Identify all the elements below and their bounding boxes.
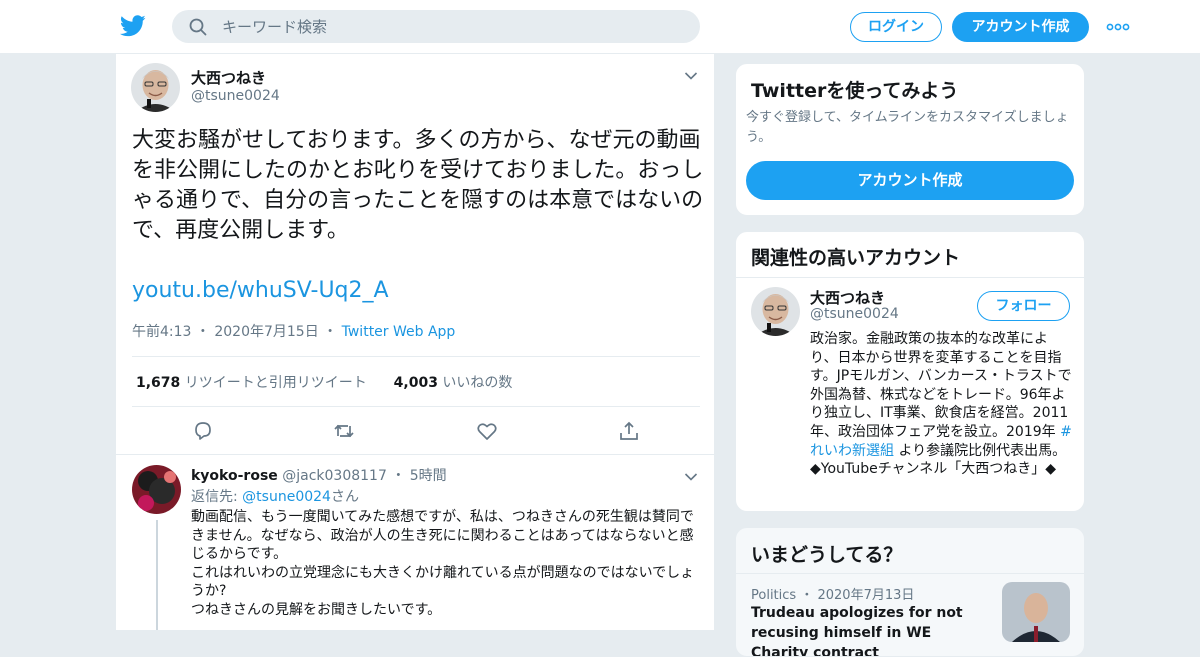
reply-to-mention[interactable]: @tsune0024 (242, 489, 331, 505)
card-title: いまどうしてる？ (751, 544, 903, 566)
reply-text-line: 動画配信、もう一度聞いてみた感想ですが、私は、つねきさんの死生観は賛同できません… (191, 509, 694, 562)
tweet-stats: 1,678 リツイートと引用リツイート 4,003 いいねの数 (136, 372, 512, 392)
reply-text: 動画配信、もう一度聞いてみた感想ですが、私は、つねきさんの死生観は賛同できません… (191, 508, 701, 619)
meta-separator: ・ (391, 468, 406, 484)
share-icon[interactable] (618, 420, 640, 442)
like-count: 4,003 (393, 375, 438, 391)
trend-headline[interactable]: Trudeau apologizes for not recusing hims… (751, 603, 991, 656)
reply-text-line: つねきさんの見解をお聞きしたいです。 (191, 601, 442, 618)
login-button[interactable]: ログイン (850, 12, 942, 42)
divider (736, 573, 1084, 574)
divider (736, 277, 1084, 278)
tweet-source[interactable]: Twitter Web App (342, 324, 456, 340)
related-account-bio: 政治家。金融政策の抜本的な改革により、日本から世界を変革することを目指す。JPモ… (810, 330, 1072, 479)
search-input[interactable] (222, 10, 682, 43)
divider (132, 356, 700, 357)
trends-card: いまどうしてる？ Politics ・ 2020年7月13日 Trudeau a… (735, 527, 1085, 657)
reply-author-handle[interactable]: @jack0308117 (282, 468, 387, 484)
trend-thumbnail[interactable] (1002, 582, 1070, 642)
reply-to-suffix: さん (330, 489, 359, 505)
trend-meta: Politics ・ 2020年7月13日 (751, 584, 914, 603)
avatar[interactable] (131, 63, 180, 112)
tweet-meta: 午前4:13 ・ 2020年7月15日 ・ Twitter Web App (132, 321, 455, 341)
tweet-author-handle[interactable]: @tsune0024 (191, 88, 280, 104)
tweet-link[interactable]: youtu.be/whuSV-Uq2_A (132, 278, 389, 303)
tweet-text: 大変お騒がせしております。多くの方から、なぜ元の動画を非公開にしたのかとお叱りを… (132, 128, 704, 243)
reply-separator (116, 454, 714, 455)
reply-author-name[interactable]: kyoko-rose (191, 468, 278, 484)
trend-category: Politics (751, 588, 797, 603)
thread-line (156, 520, 158, 630)
tweet-author-name[interactable]: 大西つねき (191, 67, 266, 88)
reply-avatar[interactable] (132, 465, 181, 514)
signup-card: Twitterを使ってみよう 今すぐ登録して、タイムラインをカスタマイズしましょ… (735, 63, 1085, 216)
reply-time[interactable]: 5時間 (410, 468, 447, 484)
like-icon[interactable] (476, 420, 498, 442)
meta-separator: ・ (323, 324, 338, 340)
retweet-label: リツイートと引用リツイート (184, 375, 367, 391)
related-account-name[interactable]: 大西つねき (810, 287, 885, 308)
avatar[interactable] (751, 287, 800, 336)
tweet-date[interactable]: 2020年7月15日 (214, 324, 318, 340)
meta-separator: ・ (195, 324, 210, 340)
meta-separator: ・ (800, 588, 814, 603)
main-column: 大西つねき @tsune0024 大変お騒がせしております。多くの方から、なぜ元… (115, 54, 715, 630)
signup-button[interactable]: アカウント作成 (952, 12, 1089, 42)
related-accounts-card: 関連性の高いアカウント 大西つねき @tsune0024 フォロー 政治家。金融… (735, 231, 1085, 512)
search-box[interactable] (172, 10, 700, 43)
reply-to-prefix: 返信先: (191, 489, 243, 505)
like-stat[interactable]: 4,003 いいねの数 (394, 375, 513, 391)
signup-card-button[interactable]: アカウント作成 (746, 161, 1074, 200)
twitter-bird-icon[interactable] (120, 14, 146, 38)
retweet-stat[interactable]: 1,678 リツイートと引用リツイート (136, 375, 367, 391)
reply-to: 返信先: @tsune0024さん (191, 486, 359, 506)
reply-icon[interactable] (192, 420, 214, 442)
reply-header: kyoko-rose @jack0308117 ・ 5時間 (191, 465, 447, 485)
related-account-handle[interactable]: @tsune0024 (810, 306, 899, 322)
tweet-time[interactable]: 午前4:13 (132, 324, 191, 340)
divider (132, 406, 700, 407)
card-title: 関連性の高いアカウント (751, 247, 961, 269)
more-icon[interactable] (1106, 18, 1130, 36)
bio-text: 政治家。金融政策の抜本的な改革により、日本から世界を変革することを目指す。JPモ… (810, 331, 1072, 440)
search-icon (189, 18, 207, 36)
card-title: Twitterを使ってみよう (751, 80, 959, 102)
top-bar: ログイン アカウント作成 (0, 0, 1200, 54)
reply-text-line: これはれいわの立党理念にも大きくかけ離れている点が問題なのではないでしょうか? (191, 564, 695, 600)
trend-date: 2020年7月13日 (817, 588, 915, 603)
chevron-down-icon[interactable] (684, 472, 698, 482)
retweet-icon[interactable] (333, 420, 355, 442)
chevron-down-icon[interactable] (684, 71, 698, 81)
card-subtitle: 今すぐ登録して、タイムラインをカスタマイズしましょう。 (746, 110, 1069, 145)
follow-button[interactable]: フォロー (977, 291, 1070, 321)
like-label: いいねの数 (442, 375, 513, 391)
retweet-count: 1,678 (136, 375, 181, 391)
